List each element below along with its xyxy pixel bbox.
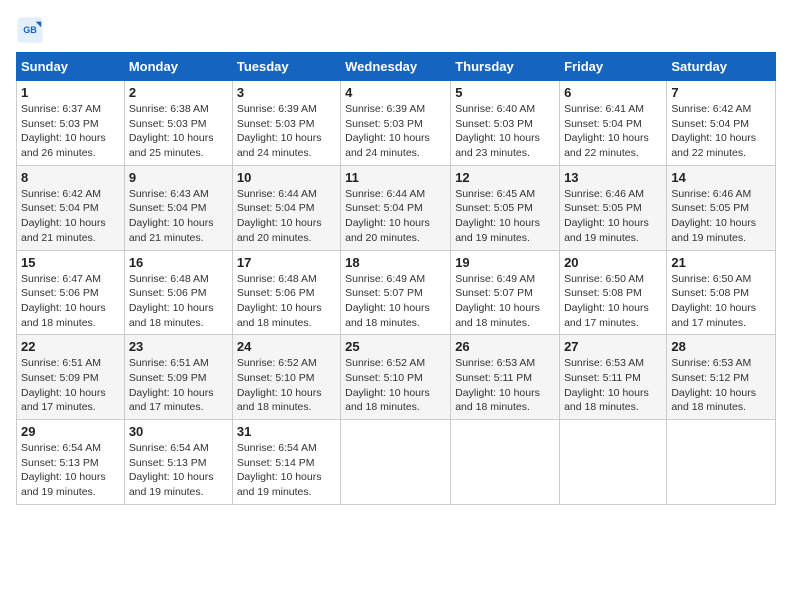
calendar-day-cell: 4Sunrise: 6:39 AMSunset: 5:03 PMDaylight…: [341, 81, 451, 166]
calendar-day-cell: 25Sunrise: 6:52 AMSunset: 5:10 PMDayligh…: [341, 335, 451, 420]
logo-icon: GB: [16, 16, 44, 44]
calendar-day-cell: 7Sunrise: 6:42 AMSunset: 5:04 PMDaylight…: [667, 81, 776, 166]
calendar-day-cell: 17Sunrise: 6:48 AMSunset: 5:06 PMDayligh…: [232, 250, 340, 335]
col-thursday: Thursday: [451, 53, 560, 81]
calendar-day-cell: 23Sunrise: 6:51 AMSunset: 5:09 PMDayligh…: [124, 335, 232, 420]
calendar-day-cell: 29Sunrise: 6:54 AMSunset: 5:13 PMDayligh…: [17, 420, 125, 505]
calendar-day-cell: 8Sunrise: 6:42 AMSunset: 5:04 PMDaylight…: [17, 165, 125, 250]
calendar-day-cell: 19Sunrise: 6:49 AMSunset: 5:07 PMDayligh…: [451, 250, 560, 335]
calendar-day-cell: 2Sunrise: 6:38 AMSunset: 5:03 PMDaylight…: [124, 81, 232, 166]
calendar-day-cell: 31Sunrise: 6:54 AMSunset: 5:14 PMDayligh…: [232, 420, 340, 505]
svg-text:GB: GB: [23, 25, 37, 35]
calendar-day-cell: 22Sunrise: 6:51 AMSunset: 5:09 PMDayligh…: [17, 335, 125, 420]
calendar-day-cell: 10Sunrise: 6:44 AMSunset: 5:04 PMDayligh…: [232, 165, 340, 250]
calendar-week-row: 22Sunrise: 6:51 AMSunset: 5:09 PMDayligh…: [17, 335, 776, 420]
calendar-day-cell: 6Sunrise: 6:41 AMSunset: 5:04 PMDaylight…: [560, 81, 667, 166]
empty-day-cell: [451, 420, 560, 505]
calendar-day-cell: 11Sunrise: 6:44 AMSunset: 5:04 PMDayligh…: [341, 165, 451, 250]
calendar-day-cell: 28Sunrise: 6:53 AMSunset: 5:12 PMDayligh…: [667, 335, 776, 420]
calendar-day-cell: 14Sunrise: 6:46 AMSunset: 5:05 PMDayligh…: [667, 165, 776, 250]
col-tuesday: Tuesday: [232, 53, 340, 81]
calendar-week-row: 1Sunrise: 6:37 AMSunset: 5:03 PMDaylight…: [17, 81, 776, 166]
empty-day-cell: [667, 420, 776, 505]
calendar-day-cell: 13Sunrise: 6:46 AMSunset: 5:05 PMDayligh…: [560, 165, 667, 250]
calendar-week-row: 29Sunrise: 6:54 AMSunset: 5:13 PMDayligh…: [17, 420, 776, 505]
col-friday: Friday: [560, 53, 667, 81]
calendar-day-cell: 20Sunrise: 6:50 AMSunset: 5:08 PMDayligh…: [560, 250, 667, 335]
empty-day-cell: [560, 420, 667, 505]
calendar-day-cell: 16Sunrise: 6:48 AMSunset: 5:06 PMDayligh…: [124, 250, 232, 335]
calendar-day-cell: 26Sunrise: 6:53 AMSunset: 5:11 PMDayligh…: [451, 335, 560, 420]
col-sunday: Sunday: [17, 53, 125, 81]
empty-day-cell: [341, 420, 451, 505]
calendar-day-cell: 12Sunrise: 6:45 AMSunset: 5:05 PMDayligh…: [451, 165, 560, 250]
calendar-table: Sunday Monday Tuesday Wednesday Thursday…: [16, 52, 776, 505]
col-saturday: Saturday: [667, 53, 776, 81]
calendar-day-cell: 21Sunrise: 6:50 AMSunset: 5:08 PMDayligh…: [667, 250, 776, 335]
col-wednesday: Wednesday: [341, 53, 451, 81]
logo: GB: [16, 16, 48, 44]
header-row: Sunday Monday Tuesday Wednesday Thursday…: [17, 53, 776, 81]
calendar-day-cell: 9Sunrise: 6:43 AMSunset: 5:04 PMDaylight…: [124, 165, 232, 250]
calendar-day-cell: 15Sunrise: 6:47 AMSunset: 5:06 PMDayligh…: [17, 250, 125, 335]
calendar-day-cell: 18Sunrise: 6:49 AMSunset: 5:07 PMDayligh…: [341, 250, 451, 335]
calendar-day-cell: 30Sunrise: 6:54 AMSunset: 5:13 PMDayligh…: [124, 420, 232, 505]
calendar-day-cell: 27Sunrise: 6:53 AMSunset: 5:11 PMDayligh…: [560, 335, 667, 420]
calendar-day-cell: 24Sunrise: 6:52 AMSunset: 5:10 PMDayligh…: [232, 335, 340, 420]
calendar-day-cell: 1Sunrise: 6:37 AMSunset: 5:03 PMDaylight…: [17, 81, 125, 166]
calendar-day-cell: 5Sunrise: 6:40 AMSunset: 5:03 PMDaylight…: [451, 81, 560, 166]
page-header: GB: [16, 16, 776, 44]
calendar-week-row: 15Sunrise: 6:47 AMSunset: 5:06 PMDayligh…: [17, 250, 776, 335]
calendar-week-row: 8Sunrise: 6:42 AMSunset: 5:04 PMDaylight…: [17, 165, 776, 250]
col-monday: Monday: [124, 53, 232, 81]
calendar-day-cell: 3Sunrise: 6:39 AMSunset: 5:03 PMDaylight…: [232, 81, 340, 166]
